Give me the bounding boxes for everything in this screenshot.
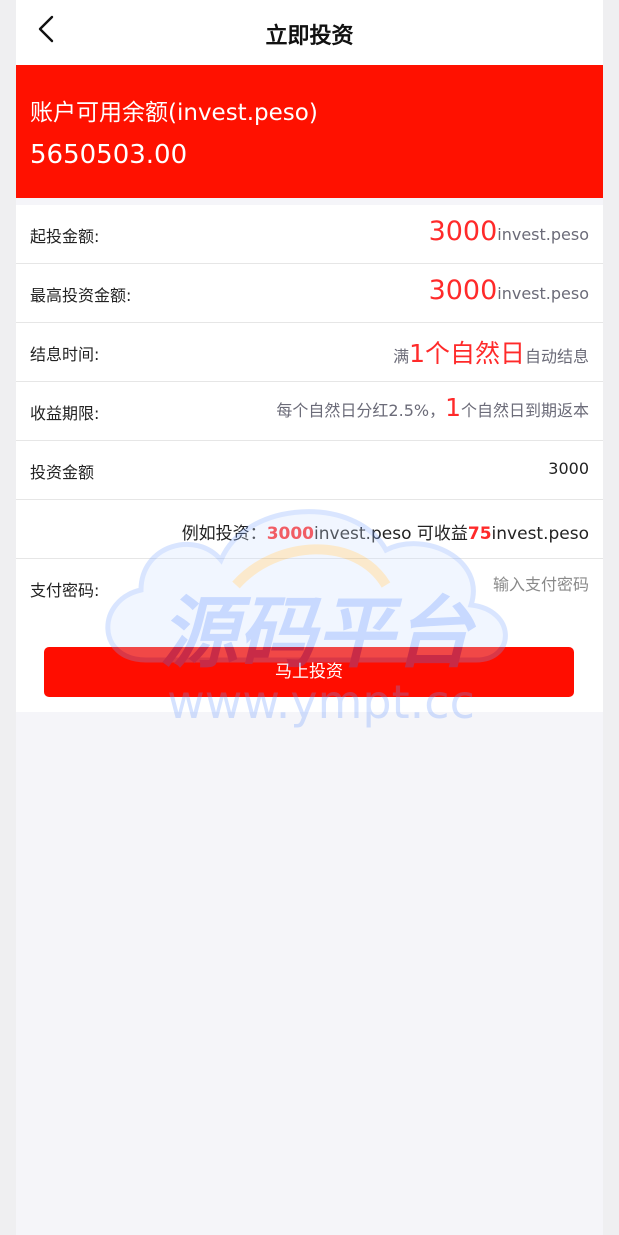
settle-time-value: 满1个自然日自动结息	[393, 339, 589, 368]
balance-label: 账户可用余额(invest.peso)	[30, 100, 318, 126]
page: 立即投资 账户可用余额(invest.peso) 5650503.00 起投金额…	[16, 0, 603, 1235]
settle-time-label: 结息时间:	[30, 345, 100, 364]
header-bar: 立即投资	[16, 0, 603, 65]
page-title: 立即投资	[265, 24, 354, 49]
settle-time-row: 结息时间: 满1个自然日自动结息	[16, 323, 603, 382]
submit-area: 马上投资	[16, 617, 603, 712]
balance-amount: 5650503.00	[30, 140, 188, 170]
pay-password-label: 支付密码:	[30, 581, 100, 600]
balance-card: 账户可用余额(invest.peso) 5650503.00	[16, 65, 603, 198]
invest-amount-row[interactable]: 投资金额 3000	[16, 441, 603, 500]
invest-now-button[interactable]: 马上投资	[44, 647, 574, 697]
min-amount-value: 3000invest.peso	[428, 216, 589, 247]
invest-amount-value[interactable]: 3000	[548, 459, 589, 478]
return-period-row: 收益期限: 每个自然日分红2.5%，1个自然日到期返本	[16, 382, 603, 441]
example-row: 例如投资：3000invest.peso 可收益75invest.peso	[16, 500, 603, 559]
example-text: 例如投资：3000invest.peso 可收益75invest.peso	[181, 524, 589, 544]
max-amount-row: 最高投资金额: 3000invest.peso	[16, 264, 603, 323]
pay-password-input[interactable]	[289, 575, 589, 594]
min-amount-label: 起投金额:	[30, 227, 100, 246]
pay-password-row: 支付密码:	[16, 559, 603, 618]
min-amount-row: 起投金额: 3000invest.peso	[16, 205, 603, 264]
max-amount-label: 最高投资金额:	[30, 286, 132, 305]
return-period-label: 收益期限:	[30, 404, 100, 423]
invest-info-list: 起投金额: 3000invest.peso 最高投资金额: 3000invest…	[16, 205, 603, 618]
invest-amount-label: 投资金额	[30, 463, 95, 482]
max-amount-value: 3000invest.peso	[428, 275, 589, 306]
return-period-value: 每个自然日分红2.5%，1个自然日到期返本	[276, 393, 589, 422]
